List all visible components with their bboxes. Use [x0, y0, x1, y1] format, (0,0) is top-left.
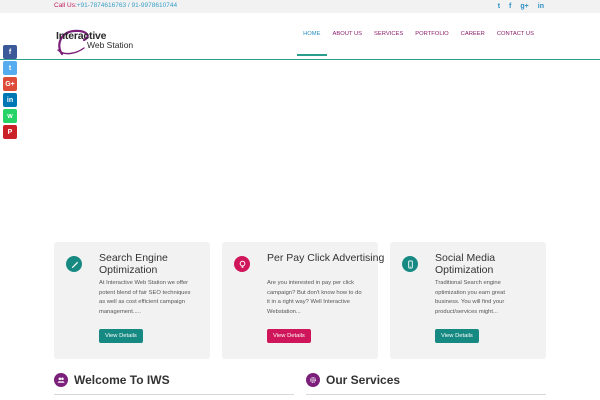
pen-icon: [66, 256, 82, 272]
nav-contact-us[interactable]: CONTACT US: [491, 31, 540, 59]
lightbulb-icon: [234, 256, 250, 272]
facebook-share-icon[interactable]: f: [3, 45, 17, 59]
nav-career[interactable]: CAREER: [455, 31, 491, 59]
facebook-icon[interactable]: f: [509, 2, 511, 11]
nav-services[interactable]: SERVICES: [368, 31, 409, 59]
site-header: Interactive Web Station HOME ABOUT US SE…: [0, 13, 600, 59]
site-logo[interactable]: Interactive Web Station: [54, 27, 154, 57]
view-details-button[interactable]: View Details: [99, 329, 143, 343]
header-divider: [0, 59, 600, 60]
pinterest-share-icon[interactable]: P: [3, 125, 17, 139]
twitter-share-icon[interactable]: t: [3, 61, 17, 75]
gear-icon: [306, 373, 320, 387]
main-nav: HOME ABOUT US SERVICES PORTFOLIO CAREER …: [297, 31, 540, 59]
logo-line2: Web Station: [87, 40, 134, 50]
services-divider: [306, 394, 546, 395]
contact-info: Call Us:+91-7874616763 / 91-9978610744: [54, 2, 177, 9]
contact-label: Call Us:: [54, 2, 77, 9]
google-plus-icon[interactable]: g+: [520, 2, 528, 11]
welcome-heading: Welcome To IWS: [54, 373, 170, 387]
card-title: Search Engine Optimization: [99, 252, 168, 276]
services-title: Our Services: [326, 373, 401, 387]
contact-numbers[interactable]: +91-7874616763 / 91-9978610744: [77, 2, 177, 9]
card-description: At Interactive Web Station we offer pote…: [99, 280, 191, 315]
welcome-divider: [54, 394, 294, 395]
users-icon: [54, 373, 68, 387]
twitter-icon[interactable]: t: [498, 2, 500, 11]
mobile-icon: [402, 256, 418, 272]
nav-home[interactable]: HOME: [297, 31, 327, 59]
linkedin-share-icon[interactable]: in: [3, 93, 17, 107]
view-details-button[interactable]: View Details: [267, 329, 311, 343]
view-details-button[interactable]: View Details: [435, 329, 479, 343]
card-title: Social Media Optimization: [435, 252, 496, 276]
whatsapp-share-icon[interactable]: w: [3, 109, 17, 123]
nav-portfolio[interactable]: PORTFOLIO: [409, 31, 454, 59]
nav-about-us[interactable]: ABOUT US: [327, 31, 369, 59]
welcome-title: Welcome To IWS: [74, 373, 170, 387]
google-plus-share-icon[interactable]: G+: [3, 77, 17, 91]
top-social-links: t f g+ in: [498, 2, 544, 11]
card-description: Are you interested in pay per click camp…: [267, 280, 362, 315]
share-bar: f t G+ in w P: [3, 45, 17, 139]
linkedin-icon[interactable]: in: [538, 2, 544, 11]
service-card-smo: Social Media Optimization Traditional Se…: [390, 242, 546, 359]
services-heading: Our Services: [306, 373, 400, 387]
service-card-ppc: Per Pay Click Advertising Are you intere…: [222, 242, 384, 359]
top-bar: Call Us:+91-7874616763 / 91-9978610744 t…: [0, 0, 600, 13]
card-title: Per Pay Click Advertising: [267, 252, 385, 264]
service-card-seo: Search Engine Optimization At Interactiv…: [54, 242, 210, 359]
card-description: Traditional Search engine optimization y…: [435, 280, 505, 315]
